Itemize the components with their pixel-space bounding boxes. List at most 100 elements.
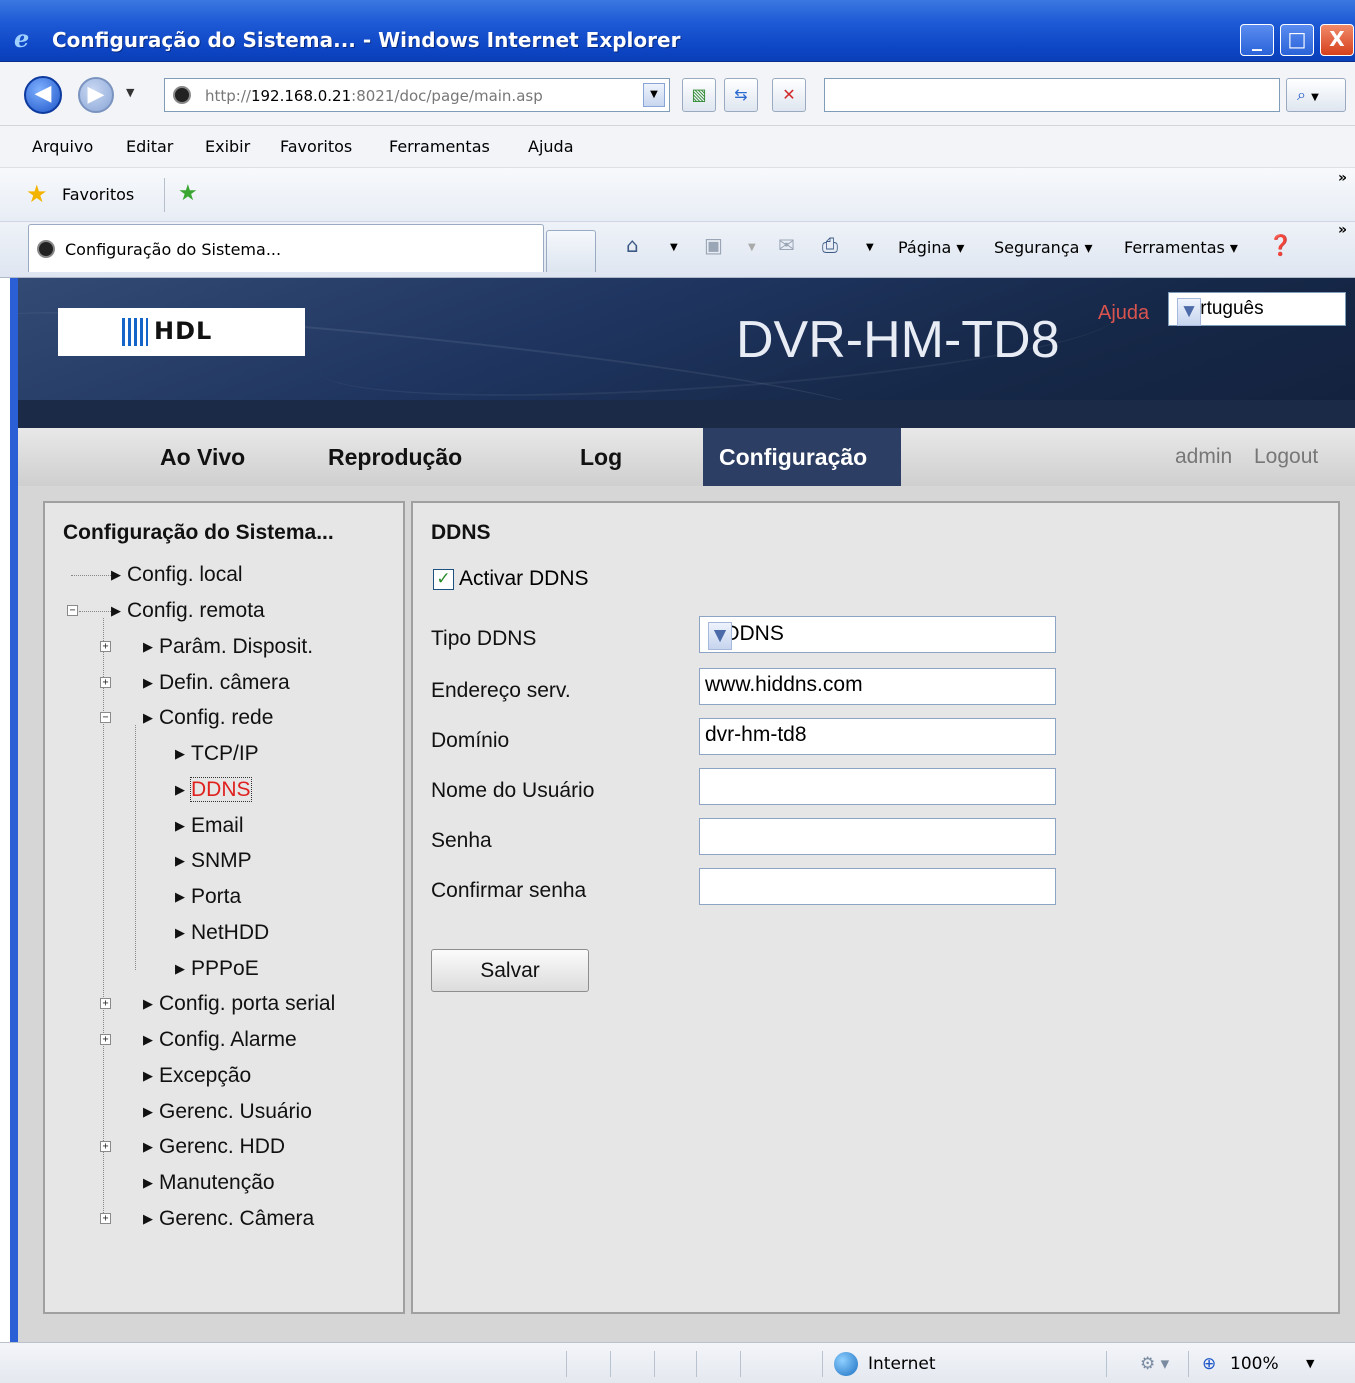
menu-editar[interactable]: Editar — [126, 137, 173, 156]
arrow-right-icon: ▶ — [143, 675, 153, 690]
tree-item-gerenc-hdd[interactable]: ▶ Gerenc. HDD — [143, 1134, 285, 1160]
browser-tab[interactable]: Configuração do Sistema... — [28, 224, 544, 272]
expand-toggle-icon[interactable]: + — [100, 1213, 111, 1224]
tree-item-pppoe[interactable]: ▶ PPPoE — [175, 956, 259, 982]
tree-item-config-rede[interactable]: ▶ Config. rede — [143, 705, 273, 731]
forward-button[interactable]: ▶ — [78, 77, 114, 113]
tree-item-config-alarme[interactable]: ▶ Config. Alarme — [143, 1027, 297, 1053]
feeds-dropdown-icon[interactable]: ▼ — [748, 242, 756, 253]
tree-item-config-local[interactable]: ▶ Config. local — [111, 562, 243, 588]
search-button[interactable]: ⌕ ▼ — [1286, 78, 1346, 112]
expand-toggle-icon[interactable]: + — [100, 677, 111, 688]
ddns-type-select[interactable]: hiDDNS ▼ — [699, 616, 1056, 653]
tree-item-defin-camera[interactable]: ▶ Defin. câmera — [143, 670, 290, 696]
search-input[interactable] — [824, 78, 1280, 112]
favorites-overflow-chevron-icon[interactable]: » — [1338, 170, 1347, 186]
help-icon[interactable]: ❓ — [1268, 234, 1293, 256]
menu-favoritos[interactable]: Favoritos — [280, 137, 352, 156]
logout-link[interactable]: Logout — [1254, 445, 1318, 469]
domain-input[interactable]: dvr-hm-td8 — [699, 718, 1056, 755]
tools-menu[interactable]: Ferramentas ▾ — [1124, 238, 1238, 257]
new-tab-button[interactable] — [546, 230, 596, 272]
arrow-right-icon: ▶ — [143, 1175, 153, 1190]
server-address-input[interactable]: www.hiddns.com — [699, 668, 1056, 705]
tree-item-config-remota[interactable]: ▶ Config. remota — [111, 598, 265, 624]
page-menu[interactable]: Página ▾ — [898, 238, 964, 257]
maximize-button[interactable]: □ — [1280, 24, 1314, 56]
confirm-password-input[interactable] — [699, 868, 1056, 905]
address-dropdown-icon[interactable]: ▼ — [643, 83, 665, 107]
status-divider — [610, 1351, 611, 1377]
ddns-type-label: Tipo DDNS — [431, 627, 537, 650]
tree-item-gerenc-camera[interactable]: ▶ Gerenc. Câmera — [143, 1206, 314, 1232]
tree-item-excepcao[interactable]: ▶ Excepção — [143, 1063, 251, 1089]
tree-item-tcpip[interactable]: ▶ TCP/IP — [175, 741, 259, 767]
expand-toggle-icon[interactable]: + — [100, 641, 111, 652]
close-button[interactable]: X — [1320, 24, 1354, 56]
expand-toggle-icon[interactable]: + — [100, 998, 111, 1009]
enable-ddns-checkbox[interactable]: ✓ — [433, 569, 454, 590]
history-dropdown-icon[interactable]: ▼ — [126, 86, 134, 99]
tree-item-email[interactable]: ▶ Email — [175, 813, 244, 839]
home-dropdown-icon[interactable]: ▼ — [670, 242, 678, 253]
tree-item-gerenc-usuario[interactable]: ▶ Gerenc. Usuário — [143, 1099, 312, 1125]
chevron-down-icon[interactable]: ▼ — [1177, 298, 1201, 326]
password-input[interactable] — [699, 818, 1056, 855]
tab-ao-vivo[interactable]: Ao Vivo — [160, 428, 245, 486]
tab-reproducao[interactable]: Reprodução — [328, 428, 462, 486]
logo-text: HDL — [154, 317, 213, 345]
zoom-icon[interactable]: ⊕ — [1202, 1354, 1216, 1374]
tree-title: Configuração do Sistema... — [63, 521, 334, 544]
username-input[interactable] — [699, 768, 1056, 805]
security-menu[interactable]: Segurança ▾ — [994, 238, 1093, 257]
menu-arquivo[interactable]: Arquivo — [32, 137, 93, 156]
security-zone-text: Internet — [868, 1354, 936, 1374]
tree-item-ddns[interactable]: ▶ DDNS — [175, 777, 252, 803]
command-overflow-chevron-icon[interactable]: » — [1338, 222, 1347, 238]
tree-item-porta[interactable]: ▶ Porta — [175, 884, 241, 910]
refresh-button[interactable]: ⇆ — [724, 78, 758, 112]
add-favorite-icon[interactable]: ★ — [178, 182, 198, 206]
tree-item-param-disposit[interactable]: ▶ Parâm. Disposit. — [143, 634, 313, 660]
ddns-title: DDNS — [431, 521, 491, 544]
tree-connector — [71, 575, 111, 576]
zoom-level[interactable]: 100% — [1230, 1354, 1279, 1374]
status-bar: Internet ⚙ ▾ ⊕ 100% ▼ — [0, 1342, 1355, 1383]
tab-configuracao[interactable]: Configuração — [703, 428, 901, 486]
search-icon: ⌕ — [1297, 85, 1306, 104]
compatibility-view-button[interactable]: ▧ — [682, 78, 716, 112]
protected-mode-icon[interactable]: ⚙ ▾ — [1140, 1354, 1169, 1374]
save-button[interactable]: Salvar — [431, 949, 589, 992]
print-icon[interactable]: ⎙ — [822, 234, 838, 256]
print-dropdown-icon[interactable]: ▼ — [866, 242, 874, 253]
expand-toggle-icon[interactable]: + — [100, 1034, 111, 1045]
help-link[interactable]: Ajuda — [1098, 302, 1149, 325]
minimize-button[interactable]: _ — [1240, 24, 1274, 56]
tree-item-manutencao[interactable]: ▶ Manutenção — [143, 1170, 275, 1196]
favorites-button[interactable]: Favoritos — [62, 185, 134, 204]
address-field[interactable]: http://192.168.0.21:8021/doc/page/main.a… — [164, 78, 670, 112]
tree-item-config-porta-serial[interactable]: ▶ Config. porta serial — [143, 991, 335, 1017]
mail-icon[interactable]: ✉ — [778, 234, 795, 256]
collapse-toggle-icon[interactable]: − — [100, 712, 111, 723]
stop-button[interactable]: ✕ — [772, 78, 806, 112]
tab-log[interactable]: Log — [580, 428, 622, 486]
tree-connector — [103, 618, 104, 1223]
language-select[interactable]: Português ▼ — [1168, 292, 1346, 326]
menu-ferramentas[interactable]: Ferramentas — [389, 137, 490, 156]
status-divider — [740, 1351, 741, 1377]
collapse-toggle-icon[interactable]: − — [67, 605, 78, 616]
address-toolbar: ◀ ▶ ▼ http://192.168.0.21:8021/doc/page/… — [0, 62, 1355, 126]
tree-item-snmp[interactable]: ▶ SNMP — [175, 848, 252, 874]
favorites-star-icon[interactable]: ★ — [26, 182, 48, 206]
zoom-dropdown-icon[interactable]: ▼ — [1306, 1357, 1314, 1370]
menu-exibir[interactable]: Exibir — [205, 137, 250, 156]
expand-toggle-icon[interactable]: + — [100, 1141, 111, 1152]
back-button[interactable]: ◀ — [24, 76, 62, 114]
home-icon[interactable]: ⌂ — [626, 234, 639, 256]
chevron-down-icon[interactable]: ▼ — [708, 622, 732, 650]
url-text[interactable]: http://192.168.0.21:8021/doc/page/main.a… — [205, 87, 543, 105]
menu-ajuda[interactable]: Ajuda — [528, 137, 574, 156]
feeds-icon[interactable]: ▣ — [704, 234, 723, 256]
tree-item-nethdd[interactable]: ▶ NetHDD — [175, 920, 269, 946]
